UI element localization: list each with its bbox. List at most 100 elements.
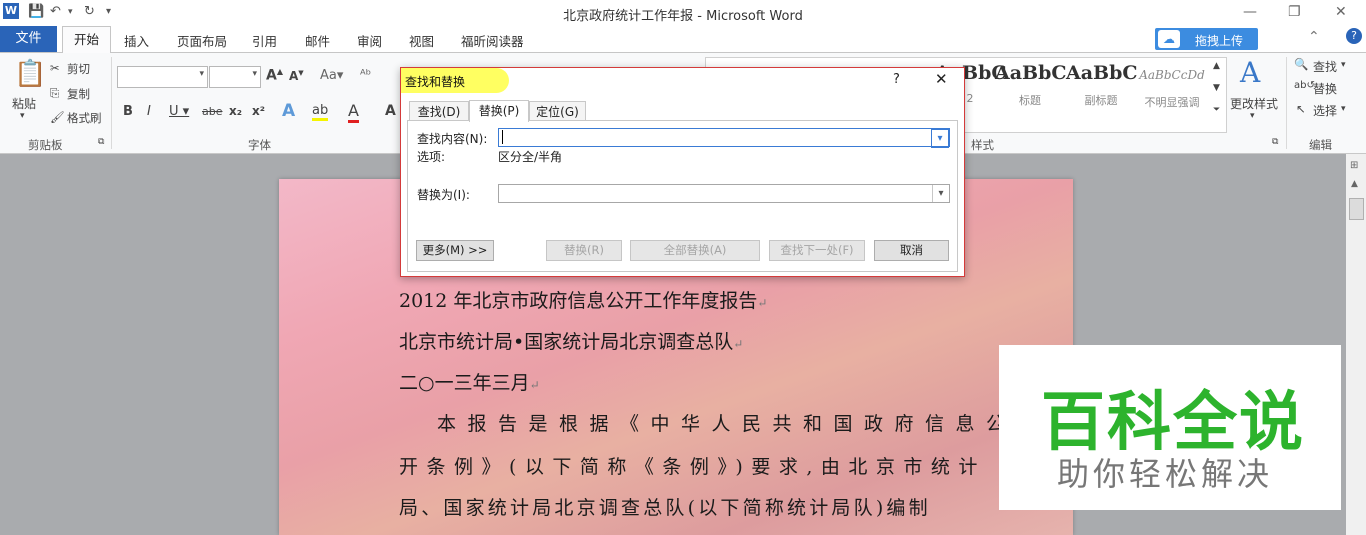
shrink-font-icon[interactable]: A▼: [289, 69, 304, 83]
font-color-icon[interactable]: A: [348, 101, 359, 123]
tab-file[interactable]: 文件: [0, 26, 57, 52]
doc-line-body-2[interactable]: 开条例》(以下简称《条例》)要求,由北京市统计: [399, 452, 986, 479]
tab-foxit-reader[interactable]: 福昕阅读器: [461, 31, 524, 50]
options-label: 选项:: [417, 150, 446, 164]
maximize-icon[interactable]: ❐: [1288, 4, 1301, 20]
change-styles-icon[interactable]: A: [1240, 56, 1260, 89]
format-painter-icon: 🖌: [50, 110, 65, 124]
replace-button[interactable]: 替换: [1313, 80, 1337, 97]
replace-with-label: 替换为(I):: [417, 188, 470, 202]
help-icon[interactable]: ?: [1346, 28, 1362, 44]
ruler-toggle-icon[interactable]: ⊞: [1350, 160, 1358, 171]
grow-font-icon[interactable]: A▲: [266, 67, 283, 84]
replace-all-button[interactable]: 全部替换(A): [630, 240, 760, 261]
dialog-tab-find[interactable]: 查找(D): [409, 101, 469, 122]
tab-insert[interactable]: 插入: [124, 31, 149, 50]
watermark-logo: 百科全说 助你轻松解决: [999, 345, 1341, 510]
dialog-help-button[interactable]: ?: [893, 72, 900, 87]
chevron-down-icon[interactable]: ▾: [1250, 111, 1255, 121]
doc-line-date[interactable]: 二○一三年三月↵: [399, 368, 540, 395]
dialog-tab-goto[interactable]: 定位(G): [529, 101, 586, 122]
ribbon-collapse-icon[interactable]: ⌃: [1308, 29, 1320, 45]
vertical-scrollbar[interactable]: ⊞ ▲: [1346, 154, 1366, 535]
options-value: 区分全/半角: [498, 150, 563, 164]
clipboard-group-label: 剪贴板: [28, 138, 63, 152]
doc-line-title[interactable]: 2012 年北京市政府信息公开工作年度报告↵: [399, 286, 767, 313]
gallery-scroll-up-icon[interactable]: ▲: [1213, 61, 1220, 71]
window-title: 北京政府统计工作年报 - Microsoft Word: [563, 9, 803, 24]
tab-references[interactable]: 引用: [252, 31, 277, 50]
style-item-subtle-emphasis[interactable]: AaBbCcDd 不明显强调: [1137, 62, 1207, 110]
watermark-sub-text: 助你轻松解决: [1057, 455, 1274, 493]
replace-with-input[interactable]: ▾: [498, 184, 950, 203]
copy-button[interactable]: 复制: [67, 86, 90, 102]
tab-page-layout[interactable]: 页面布局: [177, 31, 227, 50]
find-next-button[interactable]: 查找下一处(F): [769, 240, 865, 261]
select-icon: ↖: [1296, 102, 1306, 116]
chevron-down-icon[interactable]: ▾: [1341, 60, 1346, 70]
text-effects-icon[interactable]: A: [282, 101, 295, 121]
underline-icon[interactable]: U ▾: [169, 104, 189, 119]
tab-home[interactable]: 开始: [62, 26, 111, 54]
font-name-combo[interactable]: ▾: [117, 66, 208, 88]
doc-line-org[interactable]: 北京市统计局•国家统计局北京调查总队↵: [399, 327, 743, 354]
cut-button[interactable]: 剪切: [67, 61, 90, 77]
upload-button[interactable]: ☁ 拖拽上传: [1155, 28, 1258, 50]
title-bar: W 💾 ↶ ▾ ↻ ▾ 北京政府统计工作年报 - Microsoft Word …: [0, 0, 1366, 26]
superscript-icon[interactable]: x²: [252, 104, 265, 118]
change-case-icon[interactable]: Aa▾: [320, 68, 343, 83]
select-button[interactable]: 选择: [1313, 102, 1337, 119]
styles-launcher-icon[interactable]: ⧉: [1272, 137, 1278, 147]
dialog-title: 查找和替换: [405, 75, 466, 89]
find-icon: 🔍: [1294, 57, 1309, 71]
highlight-color-icon[interactable]: ab: [312, 103, 329, 121]
tab-review[interactable]: 审阅: [357, 31, 382, 50]
divider: [111, 57, 112, 149]
doc-line-body-3[interactable]: 局、国家统计局北京调查总队(以下简称统计局队)编制: [399, 493, 931, 520]
find-what-input[interactable]: ▾: [498, 128, 950, 148]
gallery-scroll-down-icon[interactable]: ▼: [1213, 83, 1220, 93]
more-button[interactable]: 更多(M) >>: [416, 240, 494, 261]
strikethrough-icon[interactable]: abe: [202, 105, 223, 118]
paste-dropdown-icon[interactable]: ▾: [20, 111, 25, 121]
upload-label: 拖拽上传: [1195, 34, 1244, 48]
paste-button[interactable]: 粘贴: [12, 95, 36, 112]
format-painter-button[interactable]: 格式刷: [67, 110, 102, 126]
style-name: 不明显强调: [1144, 96, 1200, 109]
editing-group-label: 编辑: [1309, 138, 1332, 152]
change-styles-button[interactable]: 更改样式: [1230, 95, 1278, 112]
find-history-dropdown[interactable]: ▾: [931, 129, 949, 148]
dialog-title-bar[interactable]: 查找和替换 ? ✕: [401, 68, 964, 93]
replace-history-dropdown[interactable]: ▾: [932, 185, 949, 202]
doc-text: 北京市统计局•国家统计局北京调查总队: [399, 331, 734, 353]
dialog-close-icon[interactable]: ✕: [935, 70, 948, 88]
minimize-icon[interactable]: —: [1243, 4, 1257, 20]
subscript-icon[interactable]: x₂: [229, 104, 242, 118]
style-item-subtitle[interactable]: AaBbC 副标题: [1066, 62, 1138, 108]
tab-view[interactable]: 视图: [409, 31, 434, 50]
find-button[interactable]: 查找: [1313, 58, 1337, 75]
italic-icon[interactable]: I: [147, 104, 151, 119]
scroll-thumb[interactable]: [1349, 198, 1364, 220]
char-shading-icon[interactable]: A: [385, 103, 396, 119]
tab-mailings[interactable]: 邮件: [305, 31, 330, 50]
cancel-button[interactable]: 取消: [874, 240, 949, 261]
gallery-more-icon[interactable]: ⏷: [1213, 105, 1220, 115]
scroll-up-icon[interactable]: ▲: [1351, 179, 1358, 189]
dialog-tab-replace[interactable]: 替换(P): [469, 100, 529, 122]
chevron-down-icon[interactable]: ▾: [1341, 104, 1346, 114]
doc-line-body-1[interactable]: 本报告是根据《中华人民共和国政府信息公: [437, 409, 1017, 436]
replace-button[interactable]: 替换(R): [546, 240, 622, 261]
copy-icon: ⎘: [50, 86, 60, 100]
style-item-title[interactable]: AaBbC 标题: [995, 62, 1067, 108]
styles-group-label: 样式: [971, 138, 994, 152]
bold-icon[interactable]: B: [123, 104, 133, 119]
clear-format-icon[interactable]: ᴬᵇ: [360, 68, 371, 83]
cut-icon: ✂: [50, 61, 60, 75]
clipboard-launcher-icon[interactable]: ⧉: [98, 137, 104, 147]
replace-icon: ab↺: [1294, 80, 1315, 91]
paragraph-mark-icon: ↵: [733, 337, 744, 351]
paste-icon[interactable]: 📋: [14, 59, 46, 89]
close-icon[interactable]: ✕: [1335, 4, 1347, 20]
font-size-combo[interactable]: ▾: [209, 66, 261, 88]
